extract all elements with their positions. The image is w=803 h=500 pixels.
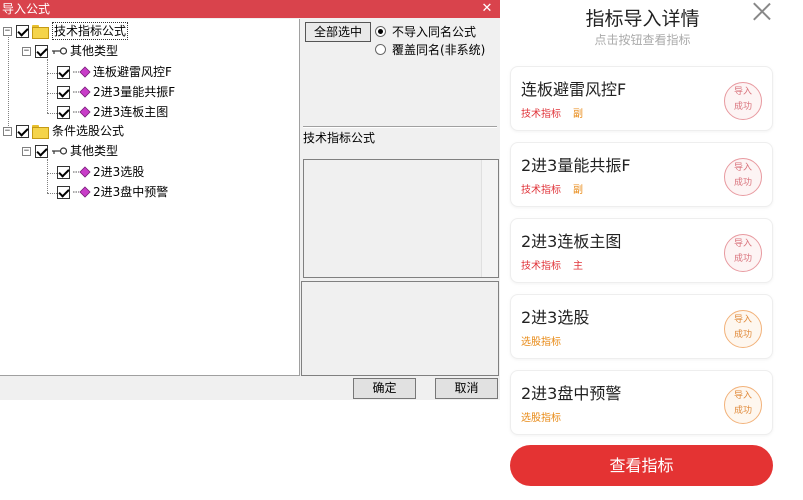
success-stamp-icon: 导入 成功 bbox=[724, 386, 762, 424]
tree-group-tech[interactable]: − 技术指标公式 bbox=[3, 21, 129, 41]
formula-desc-box bbox=[301, 281, 499, 376]
tree-item-label: 连板避雷风控F bbox=[93, 65, 172, 79]
card-title: 2进3连板主图 bbox=[521, 232, 622, 251]
info-label: 技术指标公式 bbox=[303, 131, 376, 145]
checkbox-checked[interactable] bbox=[35, 44, 48, 58]
card-title: 2进3选股 bbox=[521, 308, 590, 327]
success-stamp-icon: 导入 成功 bbox=[724, 310, 762, 348]
radio-no-import[interactable]: 不导入同名公式 bbox=[375, 23, 476, 40]
tag-type: 选股指标 bbox=[521, 337, 561, 348]
radio-selected-icon[interactable] bbox=[375, 26, 386, 37]
tree-item-label: 2进3量能共振F bbox=[93, 85, 176, 99]
close-icon[interactable] bbox=[750, 0, 774, 24]
card-title: 连板避雷风控F bbox=[521, 80, 627, 99]
card-tags: 技术指标 副 bbox=[521, 105, 595, 120]
card-tags: 选股指标 bbox=[521, 409, 573, 424]
tree-type-label: 其他类型 bbox=[70, 44, 119, 58]
panel-subtitle: 点击按钮查看指标 bbox=[594, 33, 691, 47]
checkbox-checked[interactable] bbox=[16, 124, 29, 138]
tag-sub: 副 bbox=[573, 185, 583, 196]
tree-group-label: 条件选股公式 bbox=[52, 124, 125, 138]
select-all-button[interactable]: 全部选中 bbox=[305, 22, 371, 42]
checkbox-checked[interactable] bbox=[57, 85, 70, 99]
view-indicators-button[interactable]: 查看指标 bbox=[510, 445, 773, 486]
formula-diamond-icon bbox=[73, 166, 91, 178]
key-icon bbox=[52, 147, 67, 155]
ok-button[interactable]: 确定 bbox=[353, 378, 416, 399]
tree-group-select[interactable]: − 条件选股公式 bbox=[3, 121, 124, 141]
dialog-title: 导入公式 bbox=[2, 2, 51, 16]
card-title: 2进3量能共振F bbox=[521, 156, 631, 175]
checkbox-checked[interactable] bbox=[57, 105, 70, 119]
tag-sub: 主 bbox=[573, 261, 583, 272]
formula-diamond-icon bbox=[73, 66, 91, 78]
import-result-card[interactable]: 连板避雷风控F 技术指标 副 导入 成功 bbox=[510, 66, 773, 131]
tag-type: 技术指标 bbox=[521, 261, 561, 272]
success-stamp-icon: 导入 成功 bbox=[724, 158, 762, 196]
folder-icon bbox=[32, 125, 49, 139]
formula-info-box bbox=[303, 159, 499, 278]
checkbox-checked[interactable] bbox=[57, 185, 70, 199]
card-tags: 选股指标 bbox=[521, 333, 573, 348]
tree-item-label: 2进3连板主图 bbox=[93, 105, 169, 119]
tree-item-label: 2进3盘中预警 bbox=[93, 185, 169, 199]
tree-type-select[interactable]: − 其他类型 bbox=[22, 141, 118, 161]
radio-overwrite[interactable]: 覆盖同名(非系统) bbox=[375, 41, 485, 58]
import-formula-dialog: 导入公式 ✕ − 技术指标公式 − 其他类型 连板避雷风控F 2进3量能共振F … bbox=[0, 0, 500, 400]
card-tags: 技术指标 主 bbox=[521, 257, 595, 272]
import-result-card[interactable]: 2进3量能共振F 技术指标 副 导入 成功 bbox=[510, 142, 773, 207]
dialog-titlebar: 导入公式 bbox=[0, 0, 500, 18]
tag-type: 技术指标 bbox=[521, 185, 561, 196]
tree-item[interactable]: 2进3选股 bbox=[57, 162, 144, 182]
tag-sub: 副 bbox=[573, 109, 583, 120]
tree-item[interactable]: 2进3连板主图 bbox=[57, 102, 168, 122]
radio-unselected-icon[interactable] bbox=[375, 44, 386, 55]
checkbox-checked[interactable] bbox=[16, 24, 29, 38]
checkbox-checked[interactable] bbox=[57, 65, 70, 79]
tag-type: 技术指标 bbox=[521, 109, 561, 120]
formula-tree: − 技术指标公式 − 其他类型 连板避雷风控F 2进3量能共振F 2进3连板主图… bbox=[0, 19, 300, 376]
radio-label: 覆盖同名(非系统) bbox=[392, 43, 486, 57]
tree-group-label: 技术指标公式 bbox=[52, 22, 129, 40]
formula-diamond-icon bbox=[73, 86, 91, 98]
tree-type-tech[interactable]: − 其他类型 bbox=[22, 41, 118, 61]
collapse-icon[interactable]: − bbox=[22, 46, 31, 56]
cancel-button[interactable]: 取消 bbox=[435, 378, 498, 399]
import-result-card[interactable]: 2进3连板主图 技术指标 主 导入 成功 bbox=[510, 218, 773, 283]
tree-item[interactable]: 2进3盘中预警 bbox=[57, 182, 168, 202]
options-column: 全部选中 不导入同名公式 覆盖同名(非系统) 技术指标公式 bbox=[301, 19, 500, 376]
close-icon[interactable]: ✕ bbox=[480, 0, 494, 18]
collapse-icon[interactable]: − bbox=[3, 26, 12, 36]
screen: 导入公式 ✕ − 技术指标公式 − 其他类型 连板避雷风控F 2进3量能共振F … bbox=[0, 0, 803, 500]
folder-icon bbox=[32, 25, 49, 39]
panel-title: 指标导入详情 bbox=[585, 8, 700, 30]
tree-type-label: 其他类型 bbox=[70, 144, 119, 158]
divider bbox=[303, 126, 497, 128]
success-stamp-icon: 导入 成功 bbox=[724, 234, 762, 272]
import-result-card[interactable]: 2进3选股 选股指标 导入 成功 bbox=[510, 294, 773, 359]
key-icon bbox=[52, 47, 67, 55]
checkbox-checked[interactable] bbox=[57, 165, 70, 179]
tag-type: 选股指标 bbox=[521, 413, 561, 424]
tree-item[interactable]: 连板避雷风控F bbox=[57, 62, 172, 82]
formula-diamond-icon bbox=[73, 186, 91, 198]
scrollbar[interactable] bbox=[481, 160, 498, 277]
checkbox-checked[interactable] bbox=[35, 144, 48, 158]
formula-diamond-icon bbox=[73, 106, 91, 118]
tree-item-label: 2进3选股 bbox=[93, 165, 145, 179]
collapse-icon[interactable]: − bbox=[3, 126, 12, 136]
radio-label: 不导入同名公式 bbox=[392, 25, 477, 39]
tree-item[interactable]: 2进3量能共振F bbox=[57, 82, 175, 102]
collapse-icon[interactable]: − bbox=[22, 146, 31, 156]
card-tags: 技术指标 副 bbox=[521, 181, 595, 196]
success-stamp-icon: 导入 成功 bbox=[724, 82, 762, 120]
import-result-card[interactable]: 2进3盘中预警 选股指标 导入 成功 bbox=[510, 370, 773, 435]
card-title: 2进3盘中预警 bbox=[521, 384, 622, 403]
